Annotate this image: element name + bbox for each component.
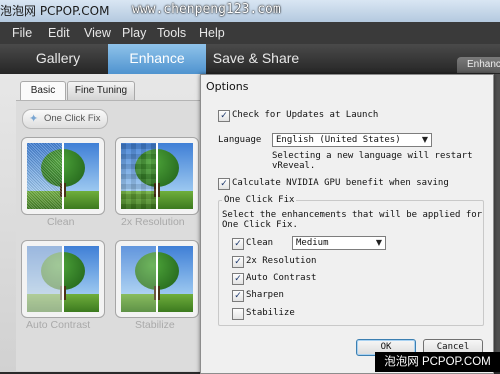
tab-gallery[interactable]: Gallery — [15, 44, 101, 74]
tree-preview-image — [121, 246, 193, 312]
stabilize-thumbnail[interactable] — [115, 240, 199, 318]
menu-help[interactable]: Help — [199, 26, 225, 40]
auto-contrast-thumbnail[interactable] — [21, 240, 105, 318]
menu-file[interactable]: File — [12, 26, 32, 40]
clean-thumbnail[interactable] — [21, 137, 105, 215]
tree-preview-image — [121, 143, 193, 209]
one-click-fix-group-title: One Click Fix — [222, 195, 297, 205]
2x-resolution-thumbnail-label: 2x Resolution — [121, 216, 185, 228]
dropdown-arrow-icon: ▼ — [421, 135, 428, 144]
2x-resolution-thumbnail[interactable] — [115, 137, 199, 215]
2x-resolution-label: 2x Resolution — [246, 256, 317, 266]
tab-enhance[interactable]: Enhance — [108, 44, 206, 74]
dialog-title: Options — [206, 80, 249, 93]
clean-thumbnail-label: Clean — [47, 216, 75, 228]
auto-contrast-thumbnail-label: Auto Contrast — [26, 319, 91, 331]
language-note-2: vReveal. — [272, 161, 316, 171]
tree-preview-image — [27, 246, 99, 312]
language-note: Selecting a new language will restart — [272, 151, 473, 161]
app-title: 泡泡网 PCPOP.COM — [0, 4, 110, 18]
menu-bar: File Edit View Play Tools Help — [0, 22, 500, 44]
language-label: Language — [218, 135, 262, 145]
clean-label: Clean — [246, 238, 274, 248]
menu-view[interactable]: View — [84, 26, 111, 40]
top-watermark: www.chenpeng123.com — [132, 2, 281, 17]
auto-contrast-label: Auto Contrast — [246, 273, 317, 283]
clean-checkbox[interactable]: ✓ — [232, 238, 244, 250]
enhance-side-tab[interactable]: Enhanc — [457, 57, 500, 73]
2x-resolution-checkbox[interactable]: ✓ — [232, 256, 244, 268]
clean-level-select[interactable]: Medium ▼ — [292, 236, 386, 250]
menu-edit[interactable]: Edit — [48, 26, 70, 40]
bottom-watermark: 泡泡网 PCPOP.COM — [375, 352, 500, 372]
one-click-fix-description: Select the enhancements that will be app… — [222, 210, 483, 220]
menu-tools[interactable]: Tools — [157, 26, 186, 40]
mode-tab-bar: Gallery Enhance Save & Share — [0, 44, 500, 74]
tab-basic[interactable]: Basic — [20, 81, 66, 100]
menu-play[interactable]: Play — [122, 26, 146, 40]
check-updates-label: Check for Updates at Launch — [232, 110, 379, 120]
sharpen-label: Sharpen — [246, 290, 284, 300]
language-select[interactable]: English (United States) ▼ — [272, 133, 432, 147]
one-click-fix-button[interactable]: ✦ One Click Fix — [22, 109, 108, 129]
nvidia-label: Calculate NVIDIA GPU benefit when saving — [232, 178, 449, 188]
tree-preview-image — [27, 143, 99, 209]
one-click-fix-description-2: One Click Fix. — [222, 220, 298, 230]
stabilize-checkbox[interactable] — [232, 308, 244, 320]
sharpen-checkbox[interactable]: ✓ — [232, 290, 244, 302]
nvidia-checkbox[interactable]: ✓ — [218, 178, 230, 190]
tab-save-share[interactable]: Save & Share — [210, 44, 302, 74]
magic-wand-icon: ✦ — [29, 113, 39, 125]
stabilize-thumbnail-label: Stabilize — [135, 319, 175, 331]
tab-fine-tuning[interactable]: Fine Tuning — [67, 81, 135, 100]
stabilize-label: Stabilize — [246, 308, 295, 318]
auto-contrast-checkbox[interactable]: ✓ — [232, 273, 244, 285]
dropdown-arrow-icon: ▼ — [375, 238, 382, 247]
check-updates-checkbox[interactable]: ✓ — [218, 110, 230, 122]
